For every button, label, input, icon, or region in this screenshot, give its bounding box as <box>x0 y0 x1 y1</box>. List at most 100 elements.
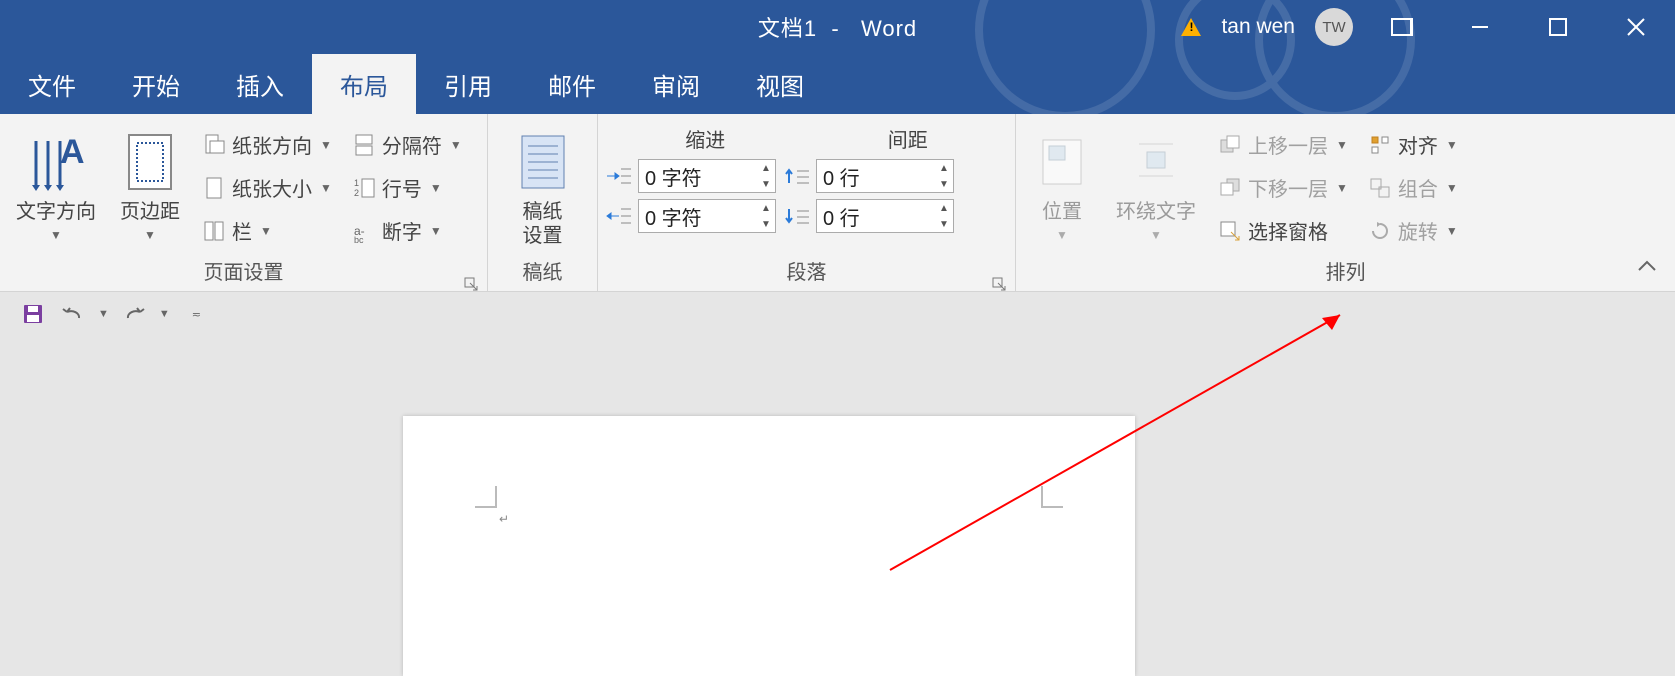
orientation-icon <box>202 133 226 157</box>
chevron-down-icon: ▼ <box>320 181 332 195</box>
chevron-down-icon: ▼ <box>144 228 156 242</box>
undo-dropdown[interactable]: ▼ <box>98 308 109 320</box>
chevron-down-icon: ▼ <box>450 138 462 152</box>
ribbon-tabs: 文件 开始 插入 布局 引用 邮件 审阅 视图 <box>0 54 1675 114</box>
chevron-down-icon: ▼ <box>430 224 442 238</box>
line-numbers-button[interactable]: 12 行号▼ <box>344 169 470 206</box>
position-icon <box>1032 128 1092 196</box>
spinner-up[interactable]: ▲ <box>757 160 775 176</box>
page-setup-launcher[interactable] <box>463 273 479 289</box>
manuscript-icon <box>513 128 573 196</box>
indent-right-input[interactable]: ▲▼ <box>638 199 776 233</box>
text-direction-button[interactable]: A 文字方向 ▼ <box>6 122 106 244</box>
manuscript-settings-button[interactable]: 稿纸设置 <box>503 122 583 250</box>
send-backward-button[interactable]: 下移一层▼ <box>1210 169 1356 206</box>
spacing-before-icon <box>782 162 810 190</box>
hyphenation-icon: a-bc <box>352 219 376 243</box>
margins-button[interactable]: 页边距 ▼ <box>110 122 190 244</box>
position-button[interactable]: 位置 ▼ <box>1022 122 1102 244</box>
spacing-after-input[interactable]: ▲▼ <box>816 199 954 233</box>
text-direction-icon: A <box>26 128 86 196</box>
group-button[interactable]: 组合▼ <box>1360 169 1466 206</box>
send-backward-icon <box>1218 176 1242 200</box>
bring-forward-icon <box>1218 133 1242 157</box>
group-icon <box>1368 176 1392 200</box>
tab-review[interactable]: 审阅 <box>624 54 728 114</box>
svg-text:1: 1 <box>354 178 359 188</box>
title-bar: 文档1 - Word tan wen TW <box>0 0 1675 54</box>
user-name[interactable]: tan wen <box>1221 15 1295 39</box>
spinner-down[interactable]: ▼ <box>757 216 775 232</box>
spinner-up[interactable]: ▲ <box>757 200 775 216</box>
wrap-text-button[interactable]: 环绕文字 ▼ <box>1106 122 1206 244</box>
undo-button[interactable] <box>58 299 88 329</box>
minimize-button[interactable] <box>1451 7 1509 47</box>
avatar[interactable]: TW <box>1315 8 1353 46</box>
spacing-header: 间距 <box>807 124 1010 153</box>
indent-left-icon <box>604 162 632 190</box>
tab-file[interactable]: 文件 <box>0 54 104 114</box>
warning-icon[interactable] <box>1181 18 1201 36</box>
qat-customize-dropdown[interactable]: ≂ <box>192 308 201 321</box>
svg-text:2: 2 <box>354 188 359 198</box>
svg-text:bc: bc <box>354 235 364 243</box>
selection-pane-button[interactable]: 选择窗格 <box>1210 212 1356 249</box>
chevron-down-icon: ▼ <box>260 224 272 238</box>
margins-icon <box>120 128 180 196</box>
align-icon <box>1368 133 1392 157</box>
hyphenation-button[interactable]: a-bc 断字▼ <box>344 212 470 249</box>
svg-text:A: A <box>60 133 85 171</box>
tab-layout[interactable]: 布局 <box>312 54 416 114</box>
paragraph-launcher[interactable] <box>991 273 1007 289</box>
tab-insert[interactable]: 插入 <box>208 54 312 114</box>
doc-name: 文档1 <box>758 16 817 41</box>
rotate-button[interactable]: 旋转▼ <box>1360 212 1466 249</box>
wrap-icon <box>1126 128 1186 196</box>
redo-button[interactable] <box>119 299 149 329</box>
chevron-down-icon: ▼ <box>430 181 442 195</box>
spinner-up[interactable]: ▲ <box>935 160 953 176</box>
spacing-before-input[interactable]: ▲▼ <box>816 159 954 193</box>
spinner-down[interactable]: ▼ <box>935 216 953 232</box>
app-name: Word <box>861 16 917 41</box>
document-page[interactable]: ↵ <box>403 416 1135 676</box>
ribbon-display-options-button[interactable] <box>1373 7 1431 47</box>
close-button[interactable] <box>1607 7 1665 47</box>
redo-dropdown[interactable]: ▼ <box>159 308 170 320</box>
window-title: 文档1 - Word <box>758 11 917 43</box>
selection-pane-icon <box>1218 219 1242 243</box>
breaks-button[interactable]: 分隔符▼ <box>344 126 470 163</box>
tab-home[interactable]: 开始 <box>104 54 208 114</box>
line-numbers-icon: 12 <box>352 176 376 200</box>
spinner-down[interactable]: ▼ <box>935 176 953 192</box>
group-paragraph-label: 段落 <box>787 262 827 284</box>
collapse-ribbon-button[interactable] <box>1637 258 1657 277</box>
spacing-after-icon <box>782 202 810 230</box>
margins-label: 页边距 <box>120 200 180 224</box>
paragraph-mark-icon: ↵ <box>499 512 509 526</box>
group-page-setup-label: 页面设置 <box>204 262 284 284</box>
orientation-button[interactable]: 纸张方向▼ <box>194 126 340 163</box>
text-direction-label: 文字方向 <box>16 200 96 224</box>
indent-header: 缩进 <box>604 124 807 153</box>
tab-references[interactable]: 引用 <box>416 54 520 114</box>
align-button[interactable]: 对齐▼ <box>1360 126 1466 163</box>
bring-forward-button[interactable]: 上移一层▼ <box>1210 126 1356 163</box>
tab-mailings[interactable]: 邮件 <box>520 54 624 114</box>
document-area[interactable]: ↵ <box>0 336 1675 657</box>
chevron-down-icon: ▼ <box>1056 228 1068 242</box>
indent-left-input[interactable]: ▲▼ <box>638 159 776 193</box>
group-manuscript-label: 稿纸 <box>523 262 563 284</box>
save-button[interactable] <box>18 299 48 329</box>
chevron-down-icon: ▼ <box>50 228 62 242</box>
columns-icon <box>202 219 226 243</box>
columns-button[interactable]: 栏▼ <box>194 212 340 249</box>
spinner-down[interactable]: ▼ <box>757 176 775 192</box>
spinner-up[interactable]: ▲ <box>935 200 953 216</box>
tab-view[interactable]: 视图 <box>728 54 832 114</box>
maximize-button[interactable] <box>1529 7 1587 47</box>
ribbon: A 文字方向 ▼ 页边距 ▼ 纸张方向▼ 纸张大小▼ <box>0 114 1675 292</box>
margin-corner-icon <box>475 486 497 508</box>
group-arrange-label: 排列 <box>1326 262 1366 284</box>
size-button[interactable]: 纸张大小▼ <box>194 169 340 206</box>
